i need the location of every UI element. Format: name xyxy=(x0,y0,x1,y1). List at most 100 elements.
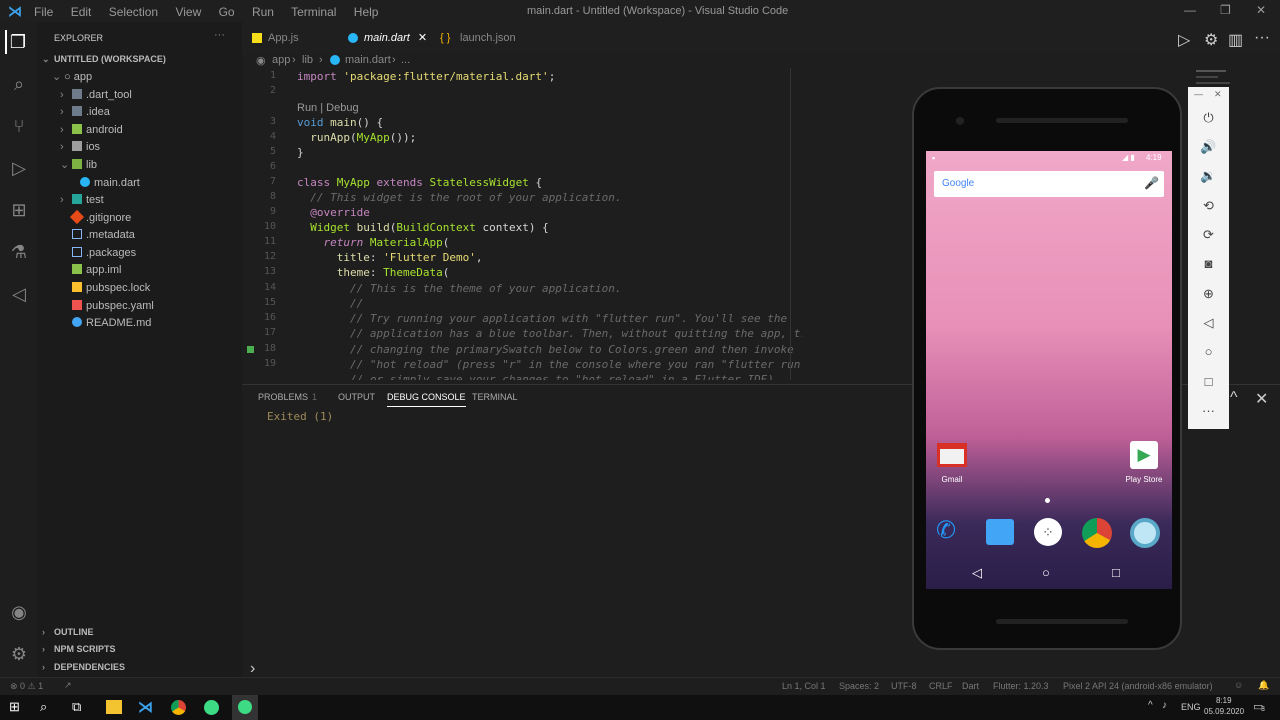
flutter-version[interactable]: Flutter: 1.20.3 xyxy=(993,681,1049,691)
explorer-icon[interactable]: ❐ xyxy=(5,30,29,54)
split-editor-icon[interactable]: ▥ xyxy=(1228,30,1243,50)
cursor-position[interactable]: Ln 1, Col 1 xyxy=(782,681,826,691)
code-editor[interactable]: 1 2 3 4 5 6 7 8 9 10 11 12 13 14 15 16 1… xyxy=(242,68,802,380)
tree-item-pubspec-yaml[interactable]: pubspec.yaml xyxy=(72,298,154,315)
codelens-run-debug[interactable]: Run | Debug xyxy=(297,102,359,114)
vscode-taskbar-icon[interactable]: ⋊ xyxy=(138,698,153,716)
run-debug-icon[interactable]: ▷ xyxy=(7,156,31,180)
search-icon[interactable]: ⌕ xyxy=(7,72,31,96)
tab-app-js[interactable]: App.js xyxy=(242,22,332,54)
minimize-emulator-icon[interactable]: — xyxy=(1194,89,1203,99)
phone-screen[interactable]: ▪ ◢ ▮ 4:19 Google 🎤 Gmail ▶ Play Store ✆… xyxy=(926,151,1172,589)
camera-app-icon[interactable] xyxy=(1130,518,1160,548)
rotate-right-icon[interactable]: ⟳ xyxy=(1188,220,1229,249)
tab-main-dart[interactable]: main.dart ✕ xyxy=(338,22,430,54)
breadcrumb-item[interactable]: ... xyxy=(401,54,410,66)
breadcrumb-item[interactable]: main.dart xyxy=(345,54,391,66)
more-options-icon[interactable]: ··· xyxy=(1188,396,1229,425)
menu-selection[interactable]: Selection xyxy=(109,5,158,19)
home-icon[interactable]: ○ xyxy=(1188,337,1229,366)
volume-down-icon[interactable]: 🔉 xyxy=(1188,161,1229,190)
breakpoint-marker[interactable] xyxy=(247,346,254,353)
menu-edit[interactable]: Edit xyxy=(71,5,92,19)
run-icon[interactable]: ▷ xyxy=(1178,30,1190,50)
menu-run[interactable]: Run xyxy=(252,5,274,19)
tree-item-idea[interactable]: › .idea xyxy=(60,104,110,121)
zoom-icon[interactable]: ⊕ xyxy=(1188,279,1229,308)
file-explorer-icon[interactable] xyxy=(106,700,122,714)
tab-problems[interactable]: PROBLEMS xyxy=(258,392,308,402)
microphone-icon[interactable]: 🎤 xyxy=(1144,176,1159,190)
extensions-icon[interactable]: ⊞ xyxy=(7,198,31,222)
rotate-left-icon[interactable]: ⟲ xyxy=(1188,191,1229,220)
messages-icon[interactable] xyxy=(986,519,1014,545)
flutter-status-icon[interactable]: ↗ xyxy=(64,680,72,691)
search-icon[interactable]: ⌕ xyxy=(40,699,47,715)
tree-item-lib[interactable]: ⌄ lib xyxy=(60,157,97,174)
play-store-app[interactable]: ▶ Play Store xyxy=(1120,441,1168,487)
nav-back-icon[interactable]: ◁ xyxy=(972,565,982,581)
tab-output[interactable]: OUTPUT xyxy=(338,392,375,402)
menu-view[interactable]: View xyxy=(175,5,201,19)
menu-file[interactable]: File xyxy=(34,5,53,19)
close-tab-icon[interactable]: ✕ xyxy=(418,32,427,44)
volume-icon[interactable]: ♪ xyxy=(1162,700,1167,711)
language-mode[interactable]: Dart xyxy=(962,681,979,691)
language-indicator[interactable]: ENG xyxy=(1181,702,1201,712)
breadcrumb-item[interactable]: lib xyxy=(302,54,313,66)
google-search-bar[interactable]: Google 🎤 xyxy=(934,171,1164,197)
tree-item-readme[interactable]: README.md xyxy=(72,315,151,332)
account-icon[interactable]: ◉ xyxy=(7,600,31,624)
camera-icon[interactable]: ◙ xyxy=(1188,249,1229,278)
close-window-icon[interactable]: ✕ xyxy=(1256,3,1266,17)
nav-recents-icon[interactable]: □ xyxy=(1112,565,1120,580)
overview-icon[interactable]: □ xyxy=(1188,367,1229,396)
tree-item-pubspec-lock[interactable]: pubspec.lock xyxy=(72,280,150,297)
tree-item-test[interactable]: › test xyxy=(60,192,104,209)
emulator-taskbar-button[interactable] xyxy=(232,695,258,720)
tab-debug-console[interactable]: DEBUG CONSOLE xyxy=(387,392,466,407)
flutter-icon[interactable]: ◁ xyxy=(7,282,31,306)
testing-icon[interactable]: ⚗ xyxy=(7,240,31,264)
menu-terminal[interactable]: Terminal xyxy=(291,5,336,19)
app-drawer-icon[interactable]: ⁘ xyxy=(1034,518,1062,546)
workspace-header[interactable]: ⌄ UNTITLED (WORKSPACE) xyxy=(42,51,166,68)
tree-item-ios[interactable]: › ios xyxy=(60,139,100,156)
more-actions-icon[interactable]: ··· xyxy=(1254,29,1270,47)
close-emulator-icon[interactable]: ✕ xyxy=(1214,89,1222,100)
close-panel-icon[interactable]: ✕ xyxy=(1255,389,1268,409)
volume-up-icon[interactable]: 🔊 xyxy=(1188,132,1229,161)
tree-item-packages[interactable]: .packages xyxy=(72,245,136,262)
tab-terminal[interactable]: TERMINAL xyxy=(472,392,518,402)
more-actions-icon[interactable]: ··· xyxy=(214,29,225,41)
tree-item-gitignore[interactable]: .gitignore xyxy=(69,209,131,227)
chrome-icon[interactable] xyxy=(171,700,186,715)
dependencies-section[interactable]: › DEPENDENCIES xyxy=(42,659,125,676)
android-studio-icon[interactable] xyxy=(204,700,219,715)
restore-icon[interactable]: ❐ xyxy=(1220,3,1231,17)
problems-status[interactable]: ⊗ 0 ⚠ 1 xyxy=(10,681,43,692)
menu-help[interactable]: Help xyxy=(354,5,379,19)
npm-scripts-section[interactable]: › NPM SCRIPTS xyxy=(42,641,116,658)
tree-item-main-dart[interactable]: main.dart xyxy=(80,175,140,192)
clock-date[interactable]: 05.09.2020 xyxy=(1204,707,1244,716)
phone-dialer-icon[interactable]: ✆ xyxy=(936,516,956,545)
source-control-icon[interactable]: ⑂ xyxy=(7,114,31,138)
tree-item-metadata[interactable]: .metadata xyxy=(72,227,135,244)
tab-launch-json[interactable]: { } launch.json xyxy=(434,22,544,54)
encoding[interactable]: UTF-8 xyxy=(891,681,917,691)
breadcrumb-item[interactable]: app xyxy=(272,54,290,66)
tree-item-dart-tool[interactable]: › .dart_tool xyxy=(60,87,132,104)
tree-item-app-iml[interactable]: app.iml xyxy=(72,262,121,279)
minimize-icon[interactable]: — xyxy=(1184,3,1196,17)
tree-item-app[interactable]: ⌄ ○ app xyxy=(52,69,92,86)
menu-go[interactable]: Go xyxy=(219,5,235,19)
chrome-app-icon[interactable] xyxy=(1082,518,1112,548)
gear-icon[interactable]: ⚙ xyxy=(7,642,31,666)
power-icon[interactable]: ⏻ xyxy=(1188,103,1229,132)
gmail-app[interactable]: Gmail xyxy=(934,441,970,487)
feedback-icon[interactable]: ☺ xyxy=(1234,680,1243,690)
maximize-panel-icon[interactable]: ^ xyxy=(1230,389,1238,407)
device-selector[interactable]: Pixel 2 API 24 (android-x86 emulator) xyxy=(1063,681,1213,691)
console-prompt-icon[interactable]: › xyxy=(250,660,255,678)
